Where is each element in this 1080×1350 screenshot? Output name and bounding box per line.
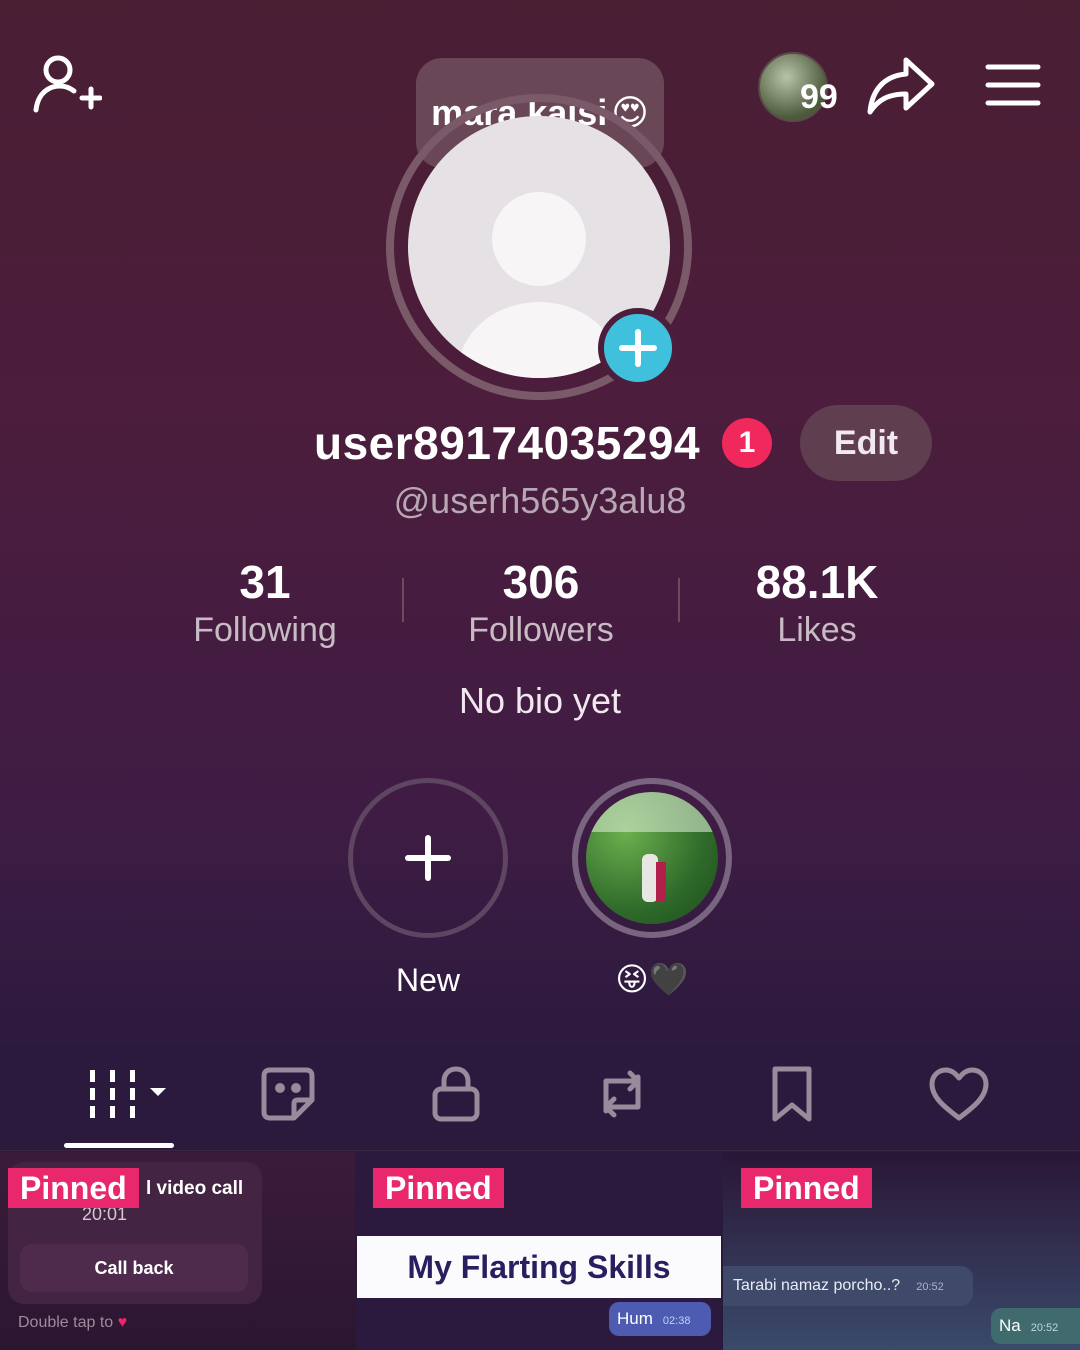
repost-icon	[603, 1070, 641, 1118]
user-handle: @userh565y3alu8	[393, 480, 687, 521]
username: user89174035294	[314, 417, 701, 469]
plus-icon	[619, 329, 657, 367]
tab-saved[interactable]	[760, 1062, 824, 1126]
menu-icon[interactable]	[984, 62, 1042, 108]
call-back-label: Call back	[20, 1244, 248, 1292]
bio[interactable]: No bio yet	[0, 680, 1080, 722]
tab-stickers[interactable]	[256, 1062, 320, 1126]
video-caption-banner: My Flarting Skills	[357, 1236, 721, 1298]
profile-views-count[interactable]: 99	[800, 78, 838, 117]
pinned-badge: Pinned	[8, 1168, 139, 1208]
story-highlight[interactable]	[572, 778, 732, 938]
edit-profile-button[interactable]: Edit	[800, 405, 932, 481]
heart-icon	[929, 1067, 989, 1121]
tab-private[interactable]	[424, 1062, 488, 1126]
pinned-badge: Pinned	[741, 1168, 872, 1208]
stickers-icon	[261, 1067, 315, 1121]
likes-count: 88.1K	[755, 556, 879, 608]
tab-videos[interactable]	[84, 1062, 174, 1126]
chat-reply: Na 20:52	[991, 1308, 1080, 1344]
avatar-placeholder-body	[458, 302, 620, 378]
stat-likes[interactable]: 88.1K Likes	[692, 556, 942, 652]
story-highlight-image	[586, 792, 718, 924]
add-friend-icon[interactable]	[30, 52, 102, 118]
double-tap-hint: Double tap to ♥	[18, 1314, 128, 1331]
chat-bubble: Hum 02:38	[609, 1302, 711, 1336]
tabs-divider	[0, 1150, 1080, 1151]
stat-followers[interactable]: 306 Followers	[416, 556, 666, 652]
video-thumbnail[interactable]: Pinned Tarabi namaz porcho..? 20:52 Na 20:…	[723, 1152, 1080, 1350]
tab-liked[interactable]	[926, 1062, 992, 1126]
likes-label: Likes	[777, 611, 857, 649]
share-icon[interactable]	[866, 54, 936, 118]
stat-divider	[402, 578, 404, 622]
followers-count: 306	[502, 556, 580, 608]
videos-grid-icon	[90, 1070, 166, 1118]
stat-following[interactable]: 31 Following	[140, 556, 390, 652]
following-label: Following	[193, 611, 337, 649]
tab-reposts[interactable]	[590, 1062, 654, 1126]
call-title: l video call	[146, 1178, 244, 1199]
new-highlight-button[interactable]	[348, 778, 508, 938]
video-thumbnail[interactable]: l video call 20:01 Call back Double tap …	[0, 1152, 355, 1350]
chat-message: Tarabi namaz porcho..? 20:52	[723, 1266, 973, 1306]
following-count: 31	[239, 556, 291, 608]
new-highlight-label: New	[395, 962, 460, 998]
stat-divider	[678, 578, 680, 622]
story-highlight-label: 😝🖤	[615, 960, 689, 998]
bookmark-icon	[772, 1066, 812, 1122]
lock-icon	[432, 1066, 480, 1122]
avatar-placeholder-head	[492, 192, 586, 286]
notification-badge[interactable]: 1	[722, 418, 772, 468]
followers-label: Followers	[468, 611, 614, 649]
active-tab-indicator	[64, 1143, 174, 1148]
add-photo-button[interactable]	[598, 308, 678, 388]
pinned-badge: Pinned	[373, 1168, 504, 1208]
video-thumbnail[interactable]: Pinned My Flarting Skills Hum 02:38	[357, 1152, 721, 1350]
plus-icon	[405, 835, 451, 881]
